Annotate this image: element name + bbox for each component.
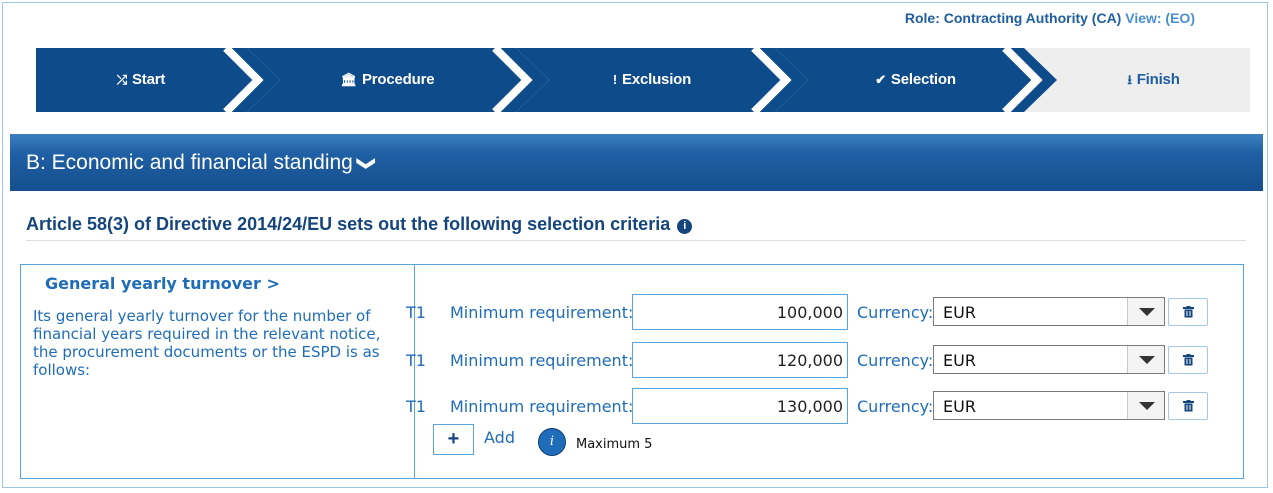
step-exclusion[interactable]: ! Exclusion xyxy=(549,48,755,112)
dropdown-arrow-icon[interactable] xyxy=(1127,298,1164,325)
step-exclusion-label: Exclusion xyxy=(622,71,692,88)
requirement-code: T1 xyxy=(406,397,426,416)
criterion-title[interactable]: General yearly turnover > xyxy=(45,274,280,293)
requirement-row: T1 Minimum requirement: 120,000 Currency… xyxy=(406,342,1216,378)
add-requirement-button[interactable]: + xyxy=(433,424,474,455)
criterion-description: Its general yearly turnover for the numb… xyxy=(33,307,381,379)
requirement-row: T1 Minimum requirement: 130,000 Currency… xyxy=(406,388,1216,424)
min-requirement-input[interactable]: 130,000 xyxy=(632,388,848,424)
divider xyxy=(26,240,1246,241)
delete-button[interactable] xyxy=(1168,392,1208,420)
criterion-description-panel: General yearly turnover > Its general ye… xyxy=(21,265,415,478)
step-selection-label: Selection xyxy=(890,71,956,88)
step-finish[interactable]: ⭳ Finish xyxy=(1057,48,1250,112)
check-circle-icon: ✔ xyxy=(875,72,886,87)
step-start[interactable]: ⤮ Start xyxy=(56,48,226,112)
step-procedure-label: Procedure xyxy=(361,71,435,88)
institution-icon: 🏛 xyxy=(340,72,358,87)
currency-value: EUR xyxy=(943,397,976,416)
section-title: B: Economic and financial standing xyxy=(26,151,353,174)
info-icon[interactable]: i xyxy=(677,219,693,234)
currency-select[interactable]: EUR xyxy=(933,391,1165,420)
dropdown-arrow-icon[interactable] xyxy=(1127,346,1164,373)
step-selection[interactable]: ✔ Selection xyxy=(808,48,1023,112)
currency-label: Currency: xyxy=(857,303,934,322)
requirement-code: T1 xyxy=(406,303,426,322)
wizard-stepper: ⤮ Start 🏛 Procedure ! Exclusion ✔ Selection … xyxy=(36,48,1250,112)
currency-select[interactable]: EUR xyxy=(933,297,1165,326)
step-procedure[interactable]: 🏛 Procedure xyxy=(280,48,495,112)
currency-label: Currency: xyxy=(857,397,934,416)
plus-icon: + xyxy=(447,428,460,450)
trash-icon xyxy=(1183,400,1194,412)
role-text: Role: Contracting Authority (CA) xyxy=(904,10,1122,26)
shuffle-icon: ⤮ xyxy=(116,72,127,87)
delete-button[interactable] xyxy=(1168,346,1208,374)
download-icon: ⭳ xyxy=(1127,72,1132,87)
dropdown-arrow-icon[interactable] xyxy=(1127,392,1164,419)
step-start-label: Start xyxy=(132,71,166,88)
requirement-row: T1 Minimum requirement: 100,000 Currency… xyxy=(406,294,1216,330)
trash-icon xyxy=(1183,306,1194,318)
delete-button[interactable] xyxy=(1168,298,1208,326)
step-finish-label: Finish xyxy=(1136,71,1180,88)
article-heading: Article 58(3) of Directive 2014/24/EU se… xyxy=(26,214,693,235)
add-label[interactable]: Add xyxy=(484,428,515,447)
exclamation-icon: ! xyxy=(612,72,618,87)
article-text: Article 58(3) of Directive 2014/24/EU se… xyxy=(26,214,671,234)
maximum-note: Maximum 5 xyxy=(576,437,653,452)
section-header-economic[interactable]: B: Economic and financial standing ❯ xyxy=(10,134,1263,191)
min-requirement-label: Minimum requirement: xyxy=(450,351,634,370)
currency-select[interactable]: EUR xyxy=(933,345,1165,374)
min-requirement-input[interactable]: 120,000 xyxy=(632,342,848,378)
chevron-down-icon: ❯ xyxy=(356,155,377,172)
currency-label: Currency: xyxy=(857,351,934,370)
min-requirement-label: Minimum requirement: xyxy=(450,303,634,322)
view-link[interactable]: View: (EO) xyxy=(1125,10,1195,26)
currency-value: EUR xyxy=(943,351,976,370)
min-requirement-label: Minimum requirement: xyxy=(450,397,634,416)
role-indicator: Role: Contracting Authority (CA) View: (… xyxy=(905,10,1195,26)
requirement-code: T1 xyxy=(406,351,426,370)
info-icon: i xyxy=(538,428,566,456)
currency-value: EUR xyxy=(943,303,976,322)
trash-icon xyxy=(1183,354,1194,366)
min-requirement-input[interactable]: 100,000 xyxy=(632,294,848,330)
